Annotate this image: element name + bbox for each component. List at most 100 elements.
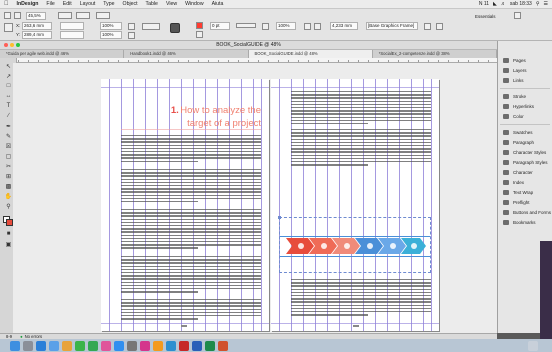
acrobat-icon[interactable] — [179, 340, 189, 351]
search-icon[interactable]: ⚲ — [536, 1, 540, 7]
text-line — [121, 311, 261, 314]
launchpad-icon[interactable] — [23, 340, 33, 351]
tab-guida[interactable]: *Guida per agile web.indd @ 46% — [0, 50, 125, 58]
pasteboard[interactable]: 1. How to analyze the target of a projec… — [13, 63, 497, 333]
apple-menu-icon[interactable]:  — [0, 1, 13, 7]
right-body-text[interactable] — [271, 79, 439, 331]
volume-icon[interactable]: ♬ — [501, 1, 506, 7]
text-line — [291, 141, 431, 144]
left-page[interactable]: 1. How to analyze the target of a projec… — [101, 79, 269, 331]
status-indicator[interactable]: N 11 — [479, 1, 489, 7]
stroke-type-icon[interactable] — [236, 23, 256, 28]
left-body-text[interactable] — [101, 79, 269, 331]
panel-character-styles[interactable]: Character Styles — [498, 147, 552, 157]
excel-icon[interactable] — [205, 340, 215, 351]
rotate-icon[interactable] — [128, 23, 135, 30]
illustrator-icon[interactable] — [153, 340, 163, 351]
frame-handle[interactable] — [278, 216, 281, 219]
panel-pages[interactable]: Pages — [498, 55, 552, 65]
tab-socialex[interactable]: *SocialEx_2-competenze.indd @ 38% — [373, 50, 497, 58]
height-field[interactable] — [60, 31, 84, 39]
infographic[interactable] — [278, 216, 431, 273]
process-arrows — [286, 238, 426, 254]
fill-stroke-swatch[interactable] — [3, 216, 13, 226]
wrap-icon[interactable] — [304, 23, 311, 30]
view-options-icon[interactable] — [58, 12, 72, 19]
panel-preflight[interactable]: Preflight — [498, 197, 552, 207]
appstore-icon[interactable] — [114, 340, 124, 351]
search-help-icon[interactable] — [514, 12, 521, 19]
panel-swatches[interactable]: Swatches — [498, 127, 552, 137]
fill-swatch[interactable] — [196, 22, 203, 29]
dimension-field[interactable]: 4,233 mm — [330, 22, 358, 30]
text-line — [121, 247, 198, 249]
clock[interactable]: sab 18:33 — [510, 1, 532, 7]
x-field[interactable]: 263,6 mm — [22, 22, 52, 30]
auto-fit-icon[interactable] — [424, 23, 431, 30]
scale-y-field[interactable]: 100% — [100, 31, 122, 39]
stroke-swatch[interactable] — [196, 31, 203, 38]
menu-type[interactable]: Type — [99, 1, 118, 7]
screen-mode-icon[interactable] — [76, 12, 90, 19]
trash-icon[interactable] — [528, 340, 538, 351]
stroke-weight-field[interactable]: 0 pt — [210, 22, 230, 30]
preferences-icon[interactable] — [127, 340, 137, 351]
scale-x-field[interactable]: 100% — [100, 22, 122, 30]
itunes-icon[interactable] — [101, 340, 111, 351]
word-icon[interactable] — [192, 340, 202, 351]
panel-layers[interactable]: Layers — [498, 65, 552, 75]
fitting-icon[interactable] — [436, 23, 443, 30]
powerpoint-icon[interactable] — [218, 340, 228, 351]
step-icon-6 — [411, 243, 417, 249]
shear-icon[interactable] — [128, 32, 135, 39]
tab-handbook[interactable]: Handbook1.indd @ 46% — [124, 50, 249, 58]
opacity-field[interactable]: 100% — [276, 22, 296, 30]
selection-icon[interactable] — [4, 12, 11, 19]
arrange-icon[interactable] — [96, 12, 110, 19]
menu-edit[interactable]: Edit — [59, 1, 76, 7]
mail-icon[interactable] — [49, 340, 59, 351]
panel-color[interactable]: Color — [498, 111, 552, 121]
menu-layout[interactable]: Layout — [76, 1, 100, 7]
messages-icon[interactable] — [75, 340, 85, 351]
y-field[interactable]: 289,4 mm — [22, 31, 52, 39]
finder-icon[interactable] — [10, 340, 20, 351]
indesign-icon[interactable] — [140, 340, 150, 351]
width-field[interactable] — [60, 22, 84, 30]
menu-object[interactable]: Object — [119, 1, 142, 7]
photos-icon[interactable] — [62, 340, 72, 351]
right-page[interactable] — [271, 79, 439, 331]
flip-icon[interactable] — [142, 23, 160, 30]
menu-file[interactable]: File — [42, 1, 58, 7]
reference-point-icon[interactable] — [4, 23, 13, 32]
panel-paragraph[interactable]: Paragraph — [498, 137, 552, 147]
menu-view[interactable]: View — [162, 1, 181, 7]
panel-index[interactable]: Index — [498, 177, 552, 187]
panel-links[interactable]: Links — [498, 75, 552, 85]
panel-text-wrap[interactable]: Text Wrap — [498, 187, 552, 197]
menu-help[interactable]: Aiuta — [208, 1, 228, 7]
notification-icon[interactable]: ☰ — [544, 1, 548, 7]
panel-buttons-forms[interactable]: Buttons and Forms — [498, 207, 552, 217]
tab-book-socialguide[interactable]: BOOK_SocialGUIDE.indd @ 48% — [248, 50, 373, 58]
workspace-switcher[interactable]: Essentials — [475, 14, 496, 19]
menu-table[interactable]: Table — [142, 1, 162, 7]
facetime-icon[interactable] — [88, 340, 98, 351]
panel-hyperlinks[interactable]: Hyperlinks — [498, 101, 552, 111]
panel-bookmarks[interactable]: Bookmarks — [498, 217, 552, 227]
bridge-icon[interactable] — [14, 12, 21, 19]
menu-window[interactable]: Window — [181, 1, 207, 7]
object-style-select[interactable]: [Base Graphics Frame] — [366, 22, 418, 30]
app-menu[interactable]: InDesign — [13, 1, 43, 7]
wrap-icon-2[interactable] — [314, 23, 321, 30]
select-container-icon[interactable] — [170, 23, 180, 33]
wifi-icon[interactable]: ◣ — [493, 1, 497, 7]
text-line — [121, 284, 261, 287]
panel-character[interactable]: Character — [498, 167, 552, 177]
panel-paragraph-styles[interactable]: Paragraph Styles — [498, 157, 552, 167]
effects-icon[interactable] — [262, 23, 269, 30]
safari-icon[interactable] — [36, 340, 46, 351]
zoom-field[interactable]: 45,5% — [26, 12, 46, 20]
panel-stroke[interactable]: Stroke — [498, 91, 552, 101]
photoshop-icon[interactable] — [166, 340, 176, 351]
